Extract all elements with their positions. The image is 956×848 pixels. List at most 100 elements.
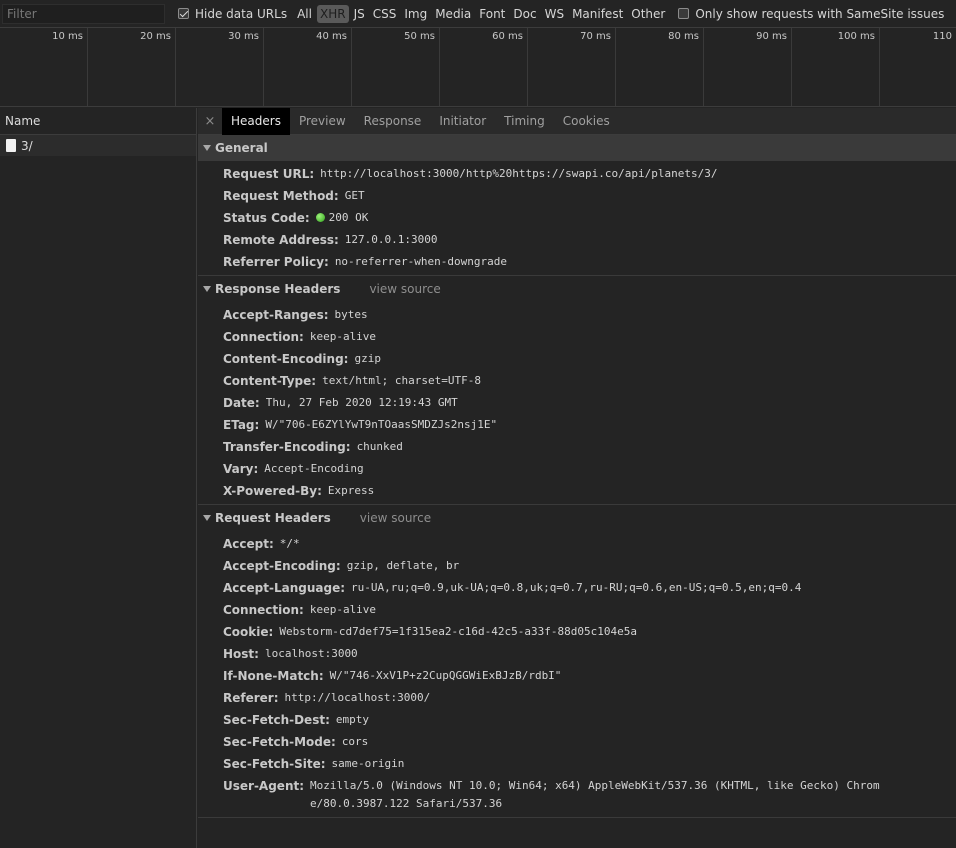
header-key: Transfer-Encoding:	[223, 440, 351, 454]
header-value: http://localhost:3000/http%20https://swa…	[320, 167, 718, 180]
samesite-toggle[interactable]: Only show requests with SameSite issues	[678, 7, 944, 21]
header-row: Date: Thu, 27 Feb 2020 12:19:43 GMT	[198, 390, 956, 412]
header-key: Sec-Fetch-Mode:	[223, 735, 336, 749]
timeline-tick-label: 90 ms	[756, 31, 787, 42]
response-headers-header[interactable]: Response Headers view source	[198, 276, 956, 302]
general-section-header[interactable]: General	[198, 135, 956, 161]
tab-cookies[interactable]: Cookies	[554, 108, 619, 135]
header-key: Connection:	[223, 603, 304, 617]
timeline-tick: 50 ms	[352, 28, 440, 106]
timeline-tick: 70 ms	[528, 28, 616, 106]
detail-tabbar: × Headers Preview Response Initiator Tim…	[198, 107, 956, 135]
request-detail-panel: × Headers Preview Response Initiator Tim…	[198, 107, 956, 848]
header-value: 127.0.0.1:3000	[344, 233, 438, 246]
timeline-tick-label: 80 ms	[668, 31, 699, 42]
view-source-link[interactable]: view source	[360, 511, 431, 525]
hide-data-urls-toggle[interactable]: Hide data URLs	[178, 7, 287, 21]
request-headers-section: Request Headers view source Accept: */* A…	[198, 505, 956, 818]
timeline-tick-label: 110	[932, 31, 952, 42]
header-row: X-Powered-By: Express	[198, 478, 956, 500]
tab-response[interactable]: Response	[355, 108, 431, 135]
tab-preview[interactable]: Preview	[290, 108, 355, 135]
header-key: ETag:	[223, 418, 260, 432]
header-row: Request Method: GET	[198, 183, 956, 205]
header-value: Accept-Encoding	[264, 462, 364, 475]
header-value: http://localhost:3000/	[284, 691, 431, 704]
header-value: keep-alive	[309, 603, 377, 616]
type-filter-font[interactable]: Font	[476, 5, 508, 23]
header-value: Webstorm-cd7def75=1f315ea2-c16d-42c5-a33…	[279, 625, 637, 638]
tab-initiator[interactable]: Initiator	[430, 108, 495, 135]
type-filter-ws[interactable]: WS	[542, 5, 567, 23]
header-key: Accept-Ranges:	[223, 308, 329, 322]
header-value: bytes	[334, 308, 368, 321]
request-row[interactable]: 3/	[0, 135, 196, 156]
samesite-label: Only show requests with SameSite issues	[695, 6, 945, 21]
header-row: Sec-Fetch-Site: same-origin	[198, 751, 956, 773]
timeline-tick: 40 ms	[264, 28, 352, 106]
header-row: Status Code: 200 OK	[198, 205, 956, 227]
timeline-tick-label: 10 ms	[52, 31, 83, 42]
close-icon[interactable]: ×	[198, 114, 222, 129]
header-value: Mozilla/5.0 (Windows NT 10.0; Win64; x64…	[310, 779, 880, 810]
header-row: Referer: http://localhost:3000/	[198, 685, 956, 707]
type-filter-css[interactable]: CSS	[370, 5, 400, 23]
timeline-tick: 20 ms	[88, 28, 176, 106]
general-section: General Request URL: http://localhost:300…	[198, 135, 956, 276]
tab-timing[interactable]: Timing	[495, 108, 554, 135]
general-section-title: General	[215, 141, 268, 155]
header-value: text/html; charset=UTF-8	[322, 374, 482, 387]
header-row: Cookie: Webstorm-cd7def75=1f315ea2-c16d-4…	[198, 619, 956, 641]
header-key: X-Powered-By:	[223, 484, 322, 498]
view-source-link[interactable]: view source	[369, 282, 440, 296]
header-key: Accept:	[223, 537, 274, 551]
type-filter-other[interactable]: Other	[628, 5, 668, 23]
type-filter-doc[interactable]: Doc	[510, 5, 539, 23]
header-key: Status Code:	[223, 211, 310, 225]
header-key: Sec-Fetch-Site:	[223, 757, 326, 771]
header-row: Sec-Fetch-Mode: cors	[198, 729, 956, 751]
timeline-tick: 110	[880, 28, 956, 106]
tab-headers[interactable]: Headers	[222, 107, 290, 135]
header-key: Remote Address:	[223, 233, 339, 247]
hide-data-urls-checkbox[interactable]	[178, 8, 189, 19]
triangle-down-icon	[203, 286, 211, 292]
name-column-header[interactable]: Name	[0, 108, 196, 135]
request-headers-header[interactable]: Request Headers view source	[198, 505, 956, 531]
samesite-checkbox[interactable]	[678, 8, 690, 19]
type-filter-all[interactable]: All	[294, 5, 315, 23]
timeline-overview[interactable]: 10 ms 20 ms 30 ms 40 ms 50 ms 60 ms 70 m…	[0, 28, 956, 107]
type-filter-js[interactable]: JS	[351, 5, 368, 23]
request-list: Name 3/	[0, 108, 197, 848]
header-value: same-origin	[331, 757, 405, 770]
header-key: Request Method:	[223, 189, 339, 203]
timeline-tick-label: 50 ms	[404, 31, 435, 42]
type-filter-manifest[interactable]: Manifest	[569, 5, 626, 23]
header-key: Accept-Encoding:	[223, 559, 341, 573]
header-key: Referer:	[223, 691, 279, 705]
header-value: keep-alive	[309, 330, 377, 343]
hide-data-urls-label: Hide data URLs	[195, 6, 288, 21]
timeline-tick: 60 ms	[440, 28, 528, 106]
filter-input[interactable]	[2, 3, 165, 24]
type-filter-img[interactable]: Img	[401, 5, 430, 23]
type-filter-media[interactable]: Media	[432, 5, 474, 23]
header-key: Referrer Policy:	[223, 255, 329, 269]
header-row: Connection: keep-alive	[198, 324, 956, 346]
header-value: Thu, 27 Feb 2020 12:19:43 GMT	[265, 396, 458, 409]
response-headers-title: Response Headers	[215, 282, 341, 296]
header-key: Sec-Fetch-Dest:	[223, 713, 330, 727]
response-headers-section: Response Headers view source Accept-Rang…	[198, 276, 956, 505]
header-row: Accept-Ranges: bytes	[198, 302, 956, 324]
header-value: GET	[344, 189, 365, 202]
header-value: empty	[335, 713, 369, 726]
header-key: If-None-Match:	[223, 669, 324, 683]
type-filter-xhr[interactable]: XHR	[316, 4, 349, 23]
timeline-tick: 90 ms	[704, 28, 792, 106]
timeline-tick: 10 ms	[0, 28, 88, 106]
header-value: ru-UA,ru;q=0.9,uk-UA;q=0.8,uk;q=0.7,ru-R…	[351, 581, 802, 594]
timeline-tick-label: 100 ms	[837, 31, 875, 42]
header-row: Remote Address: 127.0.0.1:3000	[198, 227, 956, 249]
header-row: User-Agent: Mozilla/5.0 (Windows NT 10.0;…	[198, 773, 956, 813]
header-value: chunked	[356, 440, 403, 453]
